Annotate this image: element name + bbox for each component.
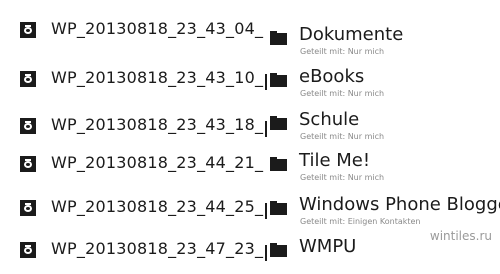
folder-name: Dokumente — [299, 24, 404, 45]
file-item[interactable]: WP_20130818_23_44_21_ — [0, 148, 270, 188]
camera-photo-icon — [20, 200, 36, 216]
folder-icon — [270, 73, 287, 87]
sharing-status: Geteilt mit: Nur mich — [300, 47, 385, 56]
sharing-status: Geteilt mit: Nur mich — [300, 89, 385, 98]
truncation-marker — [265, 203, 267, 219]
file-name: WP_20130818_23_44_21_ — [51, 153, 264, 172]
folder-name: WMPU — [299, 236, 357, 257]
folder-name: eBooks — [299, 66, 365, 87]
folder-item[interactable]: Tile Me! Geteilt mit: Nur mich — [270, 148, 500, 188]
truncation-marker — [265, 245, 267, 261]
file-item[interactable]: WP_20130818_23_43_18_ — [0, 110, 270, 150]
file-name: WP_20130818_23_43_18_ — [51, 115, 264, 134]
file-name: WP_20130818_23_43_04_ — [51, 19, 264, 38]
folder-item[interactable]: Schule Geteilt mit: Nur mich — [270, 107, 500, 147]
camera-photo-icon — [20, 71, 36, 87]
file-name: WP_20130818_23_43_10_ — [51, 68, 264, 87]
sharing-status: Geteilt mit: Nur mich — [300, 132, 385, 141]
camera-photo-icon — [20, 156, 36, 172]
watermark: wintiles.ru — [429, 229, 492, 243]
folder-icon — [270, 201, 287, 215]
camera-photo-icon — [20, 118, 36, 134]
file-item[interactable]: WP_20130818_23_43_04_ — [0, 14, 270, 54]
folder-icon — [270, 116, 287, 130]
sharing-status: Geteilt mit: Nur mich — [300, 173, 385, 182]
folder-name: Windows Phone Blogger — [299, 194, 500, 215]
file-name: WP_20130818_23_47_23_ — [51, 239, 264, 258]
folder-item[interactable]: Windows Phone Blogger Geteilt mit: Einig… — [270, 192, 500, 232]
sharing-status: Geteilt mit: Einigen Kontakten — [300, 217, 421, 226]
camera-photo-icon — [20, 22, 36, 38]
truncation-marker — [265, 74, 267, 90]
folder-icon — [270, 157, 287, 171]
folder-item[interactable]: eBooks Geteilt mit: Nur mich — [270, 64, 500, 104]
file-item[interactable]: WP_20130818_23_47_23_ — [0, 234, 270, 274]
truncation-marker — [265, 121, 267, 137]
folder-name: Schule — [299, 109, 360, 130]
file-name: WP_20130818_23_44_25_ — [51, 197, 264, 216]
camera-photo-icon — [20, 242, 36, 258]
file-item[interactable]: WP_20130818_23_44_25_ — [0, 192, 270, 232]
folder-name: Tile Me! — [299, 150, 371, 171]
folder-icon — [270, 243, 287, 257]
folder-icon — [270, 31, 287, 45]
folder-item[interactable]: Dokumente Geteilt mit: Nur mich — [270, 22, 500, 62]
file-item[interactable]: WP_20130818_23_43_10_ — [0, 63, 270, 103]
